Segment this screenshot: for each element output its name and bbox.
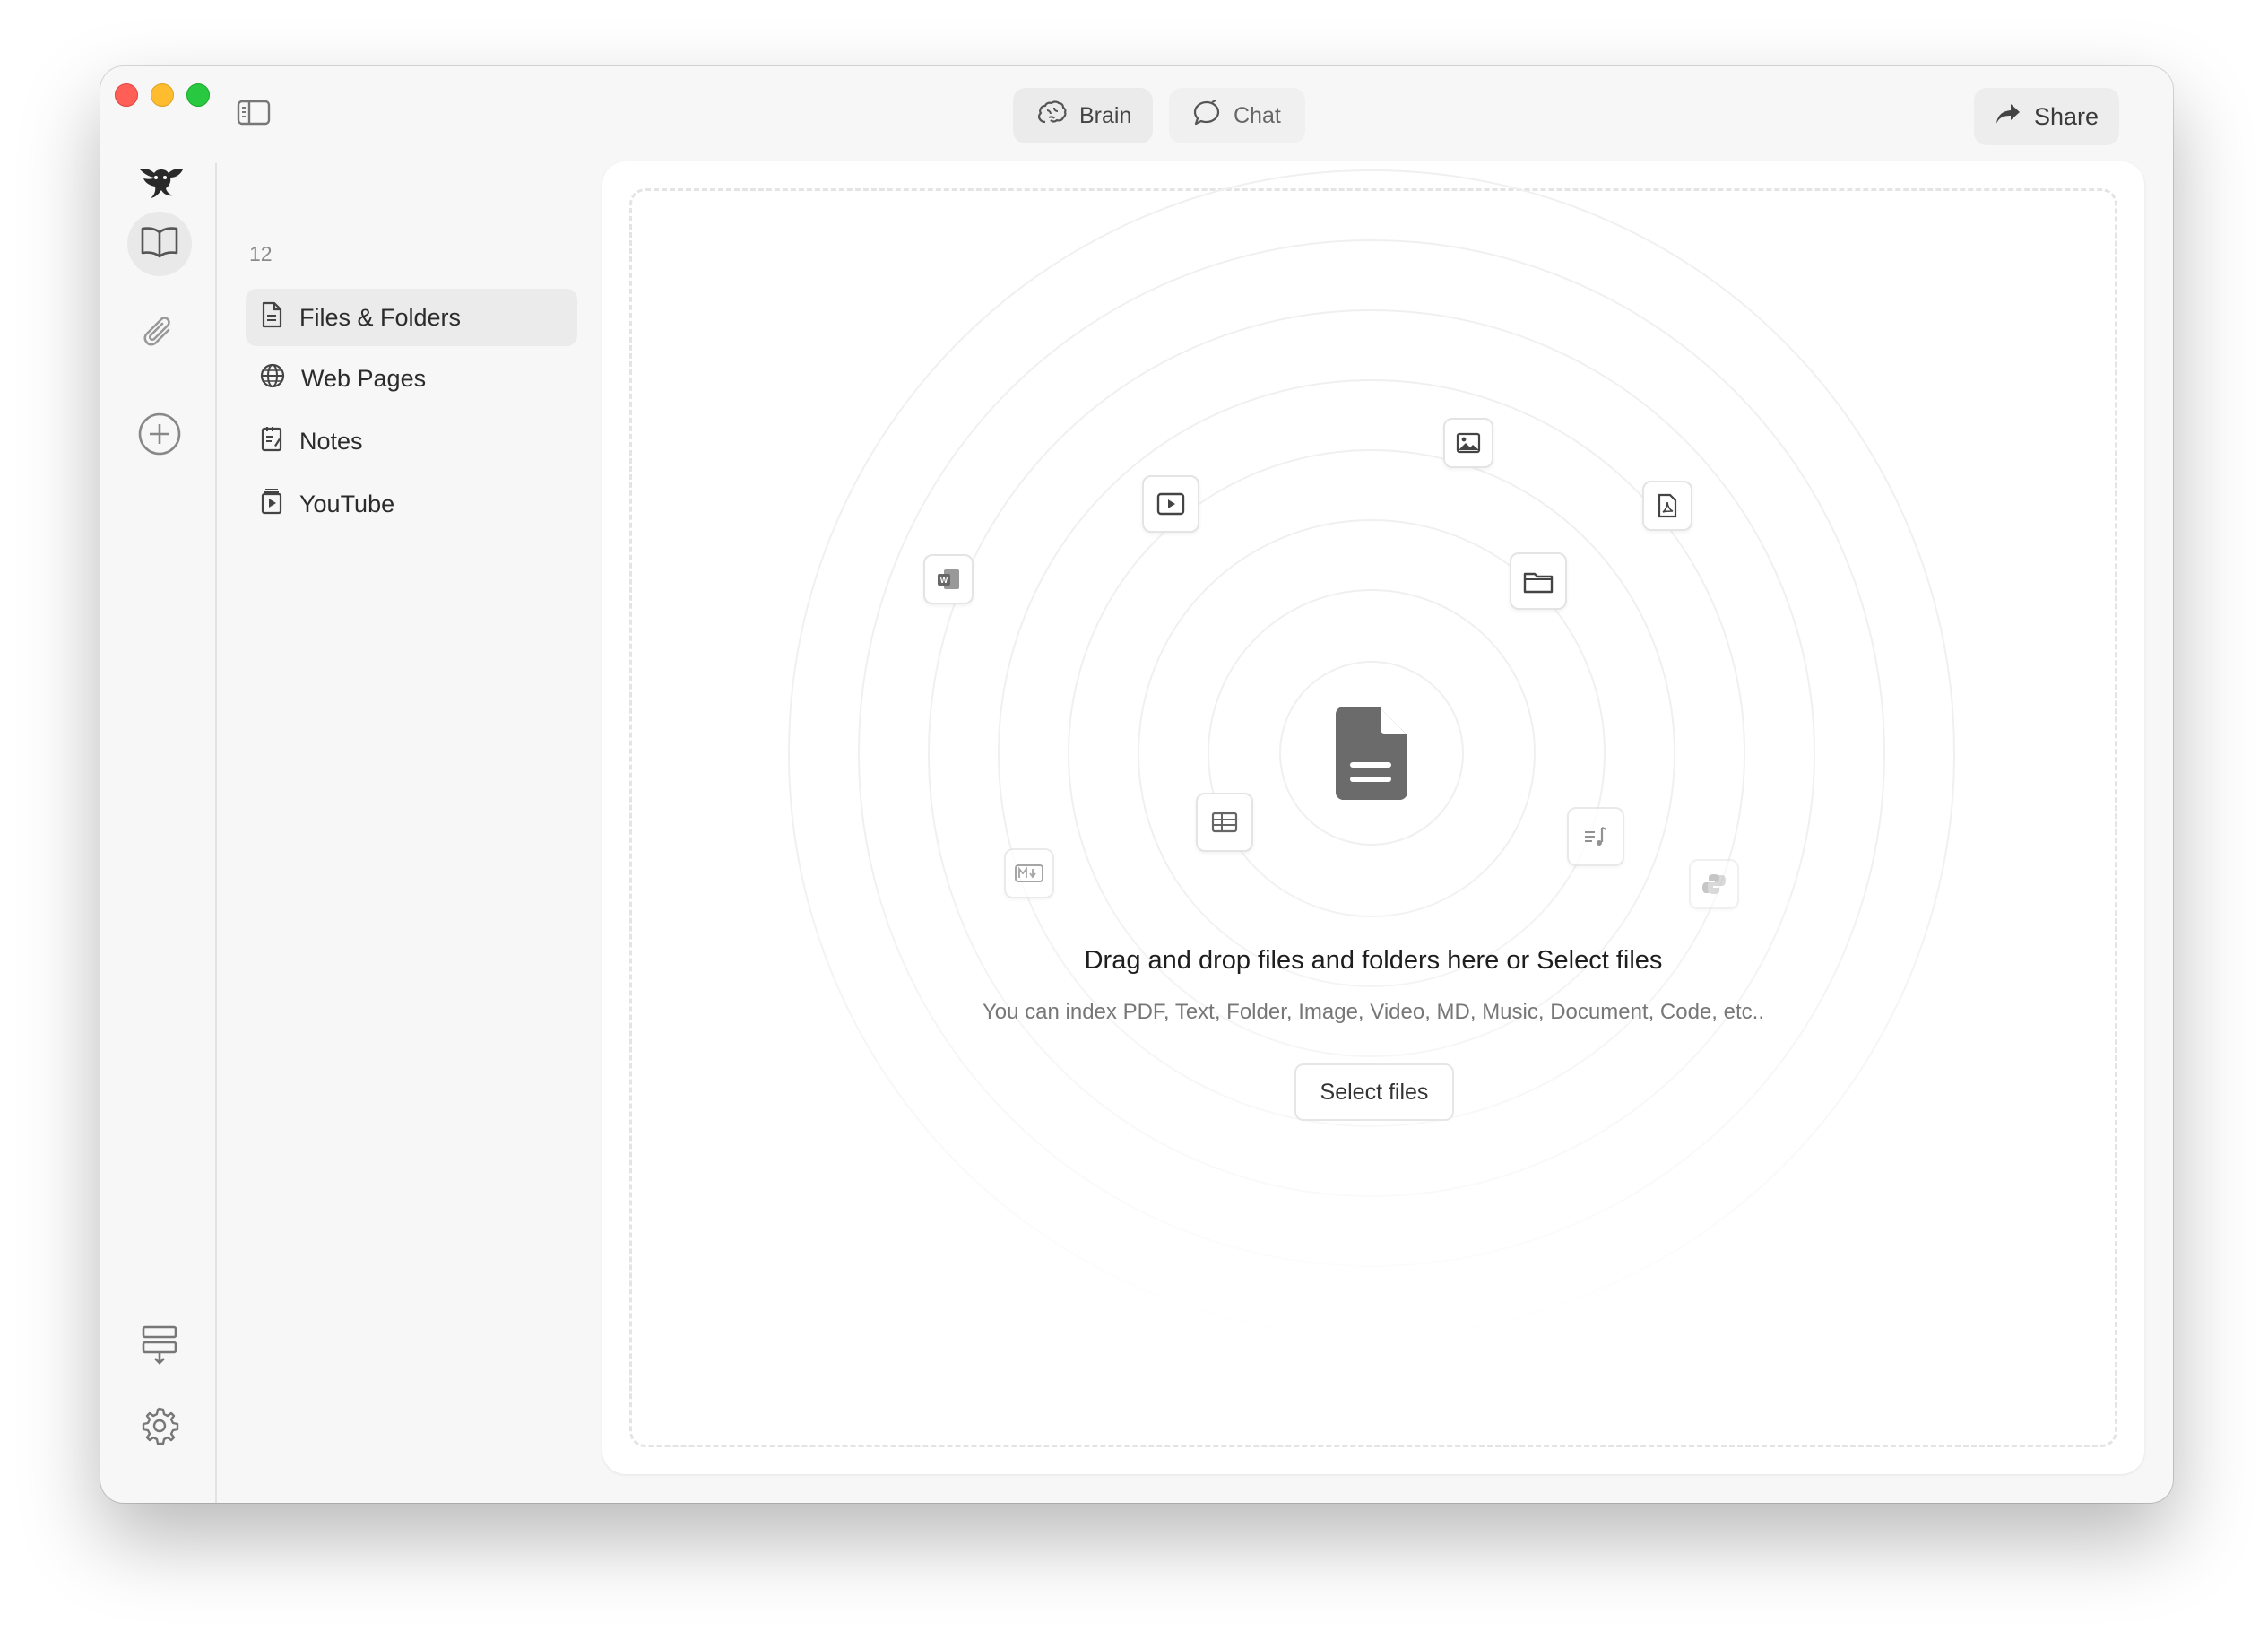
source-count: 12: [249, 242, 273, 265]
zoom-window-button[interactable]: [186, 83, 210, 107]
music-icon: [1567, 807, 1624, 866]
share-button[interactable]: Share: [1974, 88, 2119, 145]
share-label: Share: [2033, 102, 2099, 130]
video-icon: [1142, 475, 1199, 533]
table-icon: [1196, 793, 1253, 852]
nav-item-notes[interactable]: Notes: [246, 412, 577, 470]
paperclip-icon: [142, 314, 177, 358]
library-button[interactable]: [127, 212, 192, 276]
add-button[interactable]: [127, 404, 192, 468]
book-open-icon: [140, 226, 179, 263]
image-icon: [1443, 418, 1493, 468]
nav-label: YouTube: [299, 490, 395, 517]
brain-icon: [1036, 100, 1067, 133]
close-window-button[interactable]: [115, 83, 138, 107]
settings-button[interactable]: [127, 1395, 192, 1460]
nav-item-youtube[interactable]: YouTube: [246, 475, 577, 533]
stack-download-icon: [140, 1324, 179, 1371]
sidebar-toggle-icon[interactable]: [237, 99, 273, 127]
app-window: Brain Chat Share 12 Files & Folders Web …: [100, 66, 2173, 1503]
nav-label: Web Pages: [301, 364, 427, 392]
app-logo-icon[interactable]: [127, 152, 192, 217]
brain-label: Brain: [1079, 102, 1132, 128]
attachments-button[interactable]: [127, 303, 192, 368]
nav-item-files-folders[interactable]: Files & Folders: [246, 289, 577, 346]
document-icon: [1336, 707, 1407, 800]
layers-button[interactable]: [127, 1315, 192, 1379]
pdf-icon: [1642, 481, 1692, 531]
select-files-button[interactable]: Select files: [1294, 1063, 1454, 1121]
dropzone-subtitle: You can index PDF, Text, Folder, Image, …: [983, 1000, 1764, 1024]
nav-item-web-pages[interactable]: Web Pages: [246, 350, 577, 407]
file-icon: [260, 301, 283, 334]
globe-icon: [260, 363, 285, 395]
plus-circle-icon: [137, 412, 182, 461]
main-content: W Drag and drop files and folders here o…: [602, 161, 2144, 1474]
chat-label: Chat: [1234, 102, 1281, 128]
brain-tab[interactable]: Brain: [1013, 88, 1153, 143]
nav-label: Notes: [299, 427, 363, 455]
notes-icon: [260, 425, 283, 458]
word-doc-icon: W: [923, 554, 974, 604]
markdown-icon: [1004, 848, 1054, 898]
share-arrow-icon: [1995, 102, 2021, 132]
file-dropzone[interactable]: [629, 188, 2117, 1447]
gear-icon: [140, 1406, 179, 1450]
youtube-icon: [260, 488, 283, 521]
chat-bubble-icon: [1192, 99, 1221, 133]
python-icon: [1689, 859, 1739, 909]
chat-tab[interactable]: Chat: [1169, 88, 1305, 143]
icon-rail: [100, 152, 215, 1503]
minimize-window-button[interactable]: [151, 83, 174, 107]
svg-text:W: W: [940, 576, 948, 585]
folder-icon: [1510, 552, 1567, 610]
nav-label: Files & Folders: [299, 303, 462, 331]
dropzone-title: Drag and drop files and folders here or …: [1084, 946, 1663, 975]
